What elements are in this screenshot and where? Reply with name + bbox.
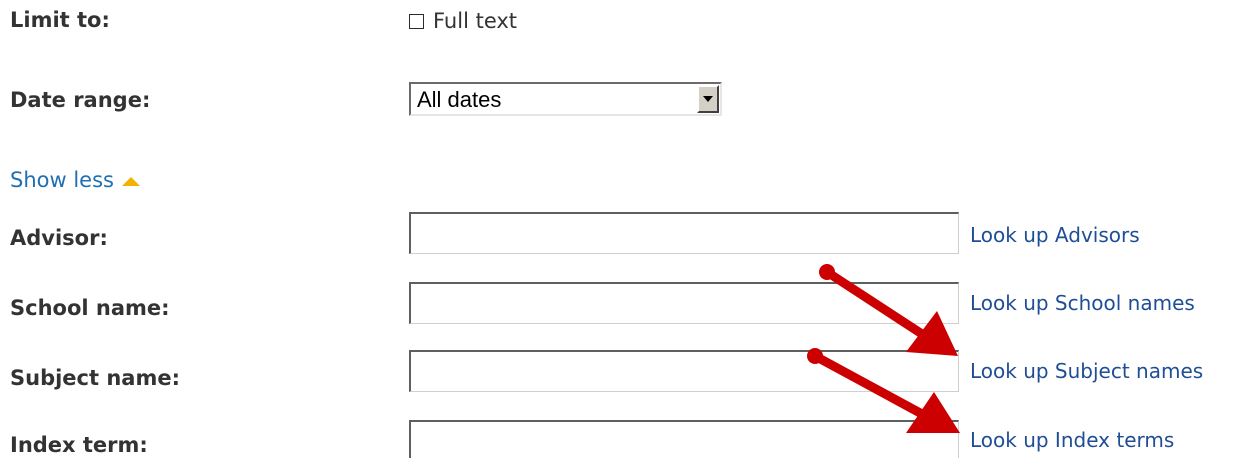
subject-name-input[interactable] xyxy=(409,350,959,392)
subject-name-label: Subject name: xyxy=(10,366,180,390)
dropdown-button[interactable] xyxy=(697,85,719,113)
caret-up-icon xyxy=(121,176,140,186)
lookup-subject-names-link[interactable]: Look up Subject names xyxy=(970,359,1203,383)
fulltext-option[interactable]: Full text xyxy=(409,9,517,33)
fulltext-checkbox[interactable] xyxy=(409,13,424,29)
arrow-start-dot xyxy=(819,264,835,280)
lookup-index-terms-link[interactable]: Look up Index terms xyxy=(970,428,1174,452)
lookup-advisors-link[interactable]: Look up Advisors xyxy=(970,223,1140,247)
advisor-input[interactable] xyxy=(409,212,959,254)
advisor-label: Advisor: xyxy=(10,226,108,250)
date-range-select[interactable]: All dates xyxy=(409,82,722,116)
index-term-label: Index term: xyxy=(10,433,148,457)
index-term-input[interactable] xyxy=(409,420,959,458)
show-less-link[interactable]: Show less xyxy=(10,168,140,192)
advanced-search-form: Limit to: Full text Date range: All date… xyxy=(0,0,1250,458)
school-name-input[interactable] xyxy=(409,282,959,324)
show-less-text[interactable]: Show less xyxy=(10,168,114,192)
school-name-label: School name: xyxy=(10,296,170,320)
fulltext-label[interactable]: Full text xyxy=(433,9,517,33)
lookup-school-names-link[interactable]: Look up School names xyxy=(970,291,1195,315)
chevron-down-icon xyxy=(703,96,713,102)
date-range-label: Date range: xyxy=(10,88,151,112)
date-range-value: All dates xyxy=(417,87,502,112)
limit-to-label: Limit to: xyxy=(10,8,110,32)
